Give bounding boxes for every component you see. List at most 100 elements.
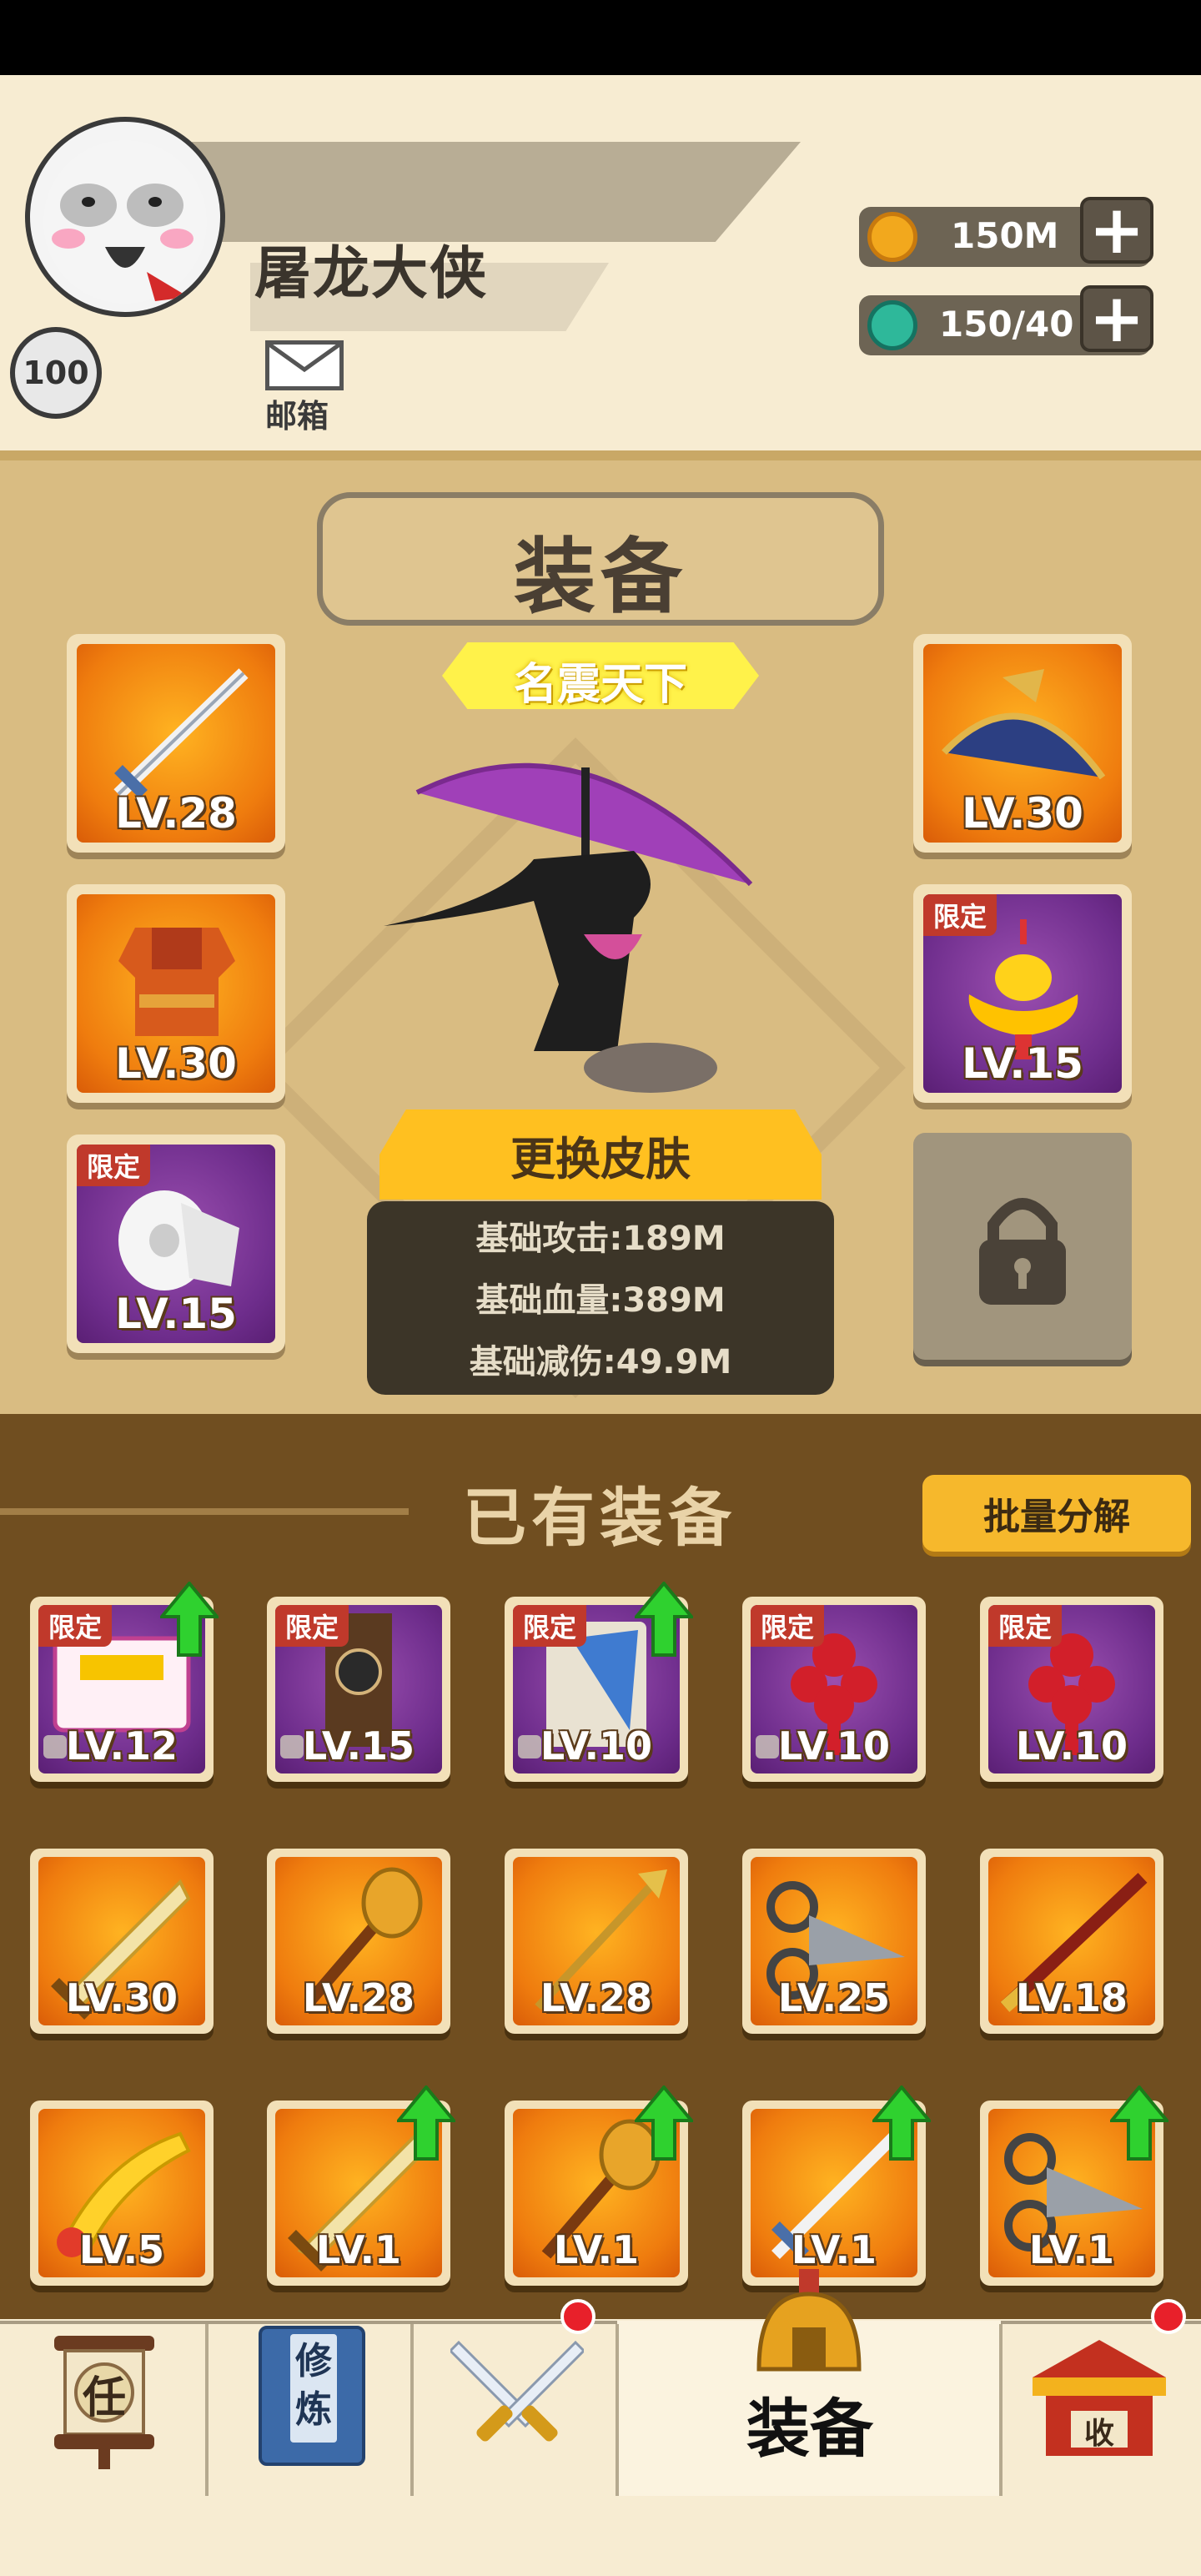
jade-amount: 150/40 — [939, 304, 1074, 345]
equip-helmet-icon — [751, 2269, 867, 2377]
owned-item[interactable]: LV.28 — [505, 1849, 688, 2034]
add-jade-button[interactable]: + — [1080, 285, 1153, 352]
owned-item-level: LV.10 — [540, 1723, 653, 1768]
owned-item-level: LV.5 — [78, 2227, 165, 2272]
owned-item[interactable]: 限定 LV.10 — [742, 1597, 926, 1782]
limited-tag: 限定 — [513, 1605, 587, 1647]
owned-item-frame: 限定 LV.15 — [275, 1605, 442, 1774]
stat-attack: 基础攻击:189M — [367, 1211, 834, 1260]
owned-item[interactable]: LV.18 — [980, 1849, 1163, 2034]
limited-tag: 限定 — [38, 1605, 113, 1647]
add-gold-button[interactable]: + — [1080, 197, 1153, 264]
shop-notification-dot — [1151, 2299, 1186, 2334]
section-divider — [0, 1508, 409, 1515]
owned-item-level: LV.10 — [1015, 1723, 1128, 1768]
bamboo-hat-icon — [942, 669, 1106, 780]
gold-amount: 150M — [951, 215, 1059, 256]
limited-tag: 限定 — [988, 1605, 1063, 1647]
nav-divider — [616, 2324, 619, 2496]
slot-level: LV.15 — [962, 1039, 1083, 1088]
owned-item[interactable]: LV.1 — [980, 2084, 1171, 2286]
owned-item[interactable]: LV.1 — [742, 2084, 933, 2286]
stat-damage-reduction: 基础减伤:49.9M — [367, 1335, 834, 1383]
owned-equipment-title: 已有装备 — [463, 1481, 736, 1555]
owned-item-level: LV.1 — [553, 2227, 640, 2272]
owned-item-level: LV.30 — [65, 1975, 178, 2020]
player-level-badge: 100 — [10, 327, 102, 419]
lock-icon — [979, 1198, 1066, 1305]
player-avatar[interactable] — [25, 117, 225, 317]
nav-battle[interactable] — [448, 2334, 586, 2459]
status-bar — [0, 0, 1201, 75]
owned-item-frame: LV.18 — [988, 1857, 1155, 2025]
nav-equip-label[interactable]: 装备 — [746, 2377, 873, 2469]
owned-item[interactable]: LV.25 — [742, 1849, 926, 2034]
owned-item[interactable]: LV.5 — [30, 2101, 214, 2286]
owned-item-frame: LV.28 — [513, 1857, 680, 2025]
stat-reduction-label: 基础减伤 — [469, 1343, 603, 1381]
owned-item-frame: 限定 LV.10 — [988, 1605, 1155, 1774]
toilet-paper-icon — [118, 1190, 239, 1291]
character-figure — [367, 734, 801, 1101]
nav-cultivate[interactable]: 修炼 — [259, 2326, 365, 2466]
crossed-swords-icon — [448, 2340, 586, 2442]
equip-slot-treasure[interactable]: 限定 LV.15 — [913, 884, 1132, 1103]
stat-colon: : — [609, 1220, 623, 1258]
owned-item-level: LV.10 — [777, 1723, 891, 1768]
owned-item-frame: LV.28 — [275, 1857, 442, 2025]
owned-item-level: LV.18 — [1015, 1975, 1128, 2020]
player-name: 屠龙大侠 — [254, 241, 489, 307]
nav-divider — [410, 2324, 414, 2496]
owned-item-level: LV.25 — [777, 1975, 891, 2020]
battle-notification-dot — [560, 2299, 595, 2334]
owned-item-frame: LV.30 — [38, 1857, 205, 2025]
owned-item-level: LV.12 — [65, 1723, 178, 1768]
owned-item[interactable]: 限定 LV.15 — [267, 1597, 450, 1782]
equip-slot-hat[interactable]: LV.30 — [913, 634, 1132, 853]
nav-divider — [205, 2324, 209, 2496]
stat-attack-value: 189M — [622, 1220, 726, 1258]
owned-item[interactable]: 限定 LV.10 — [980, 1597, 1163, 1782]
owned-item[interactable]: LV.28 — [267, 1849, 450, 2034]
mail-label[interactable]: 邮箱 — [265, 390, 329, 436]
ghost-face-icon — [43, 140, 207, 304]
ninja-umbrella-icon — [384, 762, 753, 1093]
equip-slot-armor[interactable]: LV.30 — [67, 884, 285, 1103]
armor-icon — [118, 928, 235, 1036]
owned-item-frame: LV.25 — [751, 1857, 917, 2025]
gold-coin-icon — [867, 212, 917, 262]
batch-decompose-button[interactable]: 批量分解 — [922, 1475, 1191, 1552]
upgrade-arrow-icon — [632, 2084, 696, 2161]
owned-item[interactable]: LV.30 — [30, 1849, 214, 2034]
stat-reduction-value: 49.9M — [616, 1343, 732, 1381]
nav-divider — [999, 2324, 1003, 2496]
upgrade-arrow-icon — [870, 2084, 933, 2161]
upgrade-arrow-icon — [394, 2084, 458, 2161]
stat-colon: : — [602, 1343, 616, 1381]
stat-health-label: 基础血量 — [475, 1281, 610, 1320]
slot-level: LV.30 — [962, 789, 1083, 838]
task-glyph: 任 — [82, 2373, 126, 2423]
upgrade-arrow-icon — [158, 1580, 221, 1657]
jade-drop-icon — [867, 300, 917, 350]
owned-item[interactable]: LV.1 — [267, 2084, 458, 2286]
owned-item[interactable]: LV.1 — [505, 2084, 696, 2286]
equip-slot-weapon[interactable]: LV.28 — [67, 634, 285, 853]
owned-item-frame: 限定 LV.10 — [751, 1605, 917, 1774]
bottom-nav — [0, 2321, 1201, 2499]
stat-colon: : — [609, 1281, 623, 1320]
mail-icon[interactable] — [265, 340, 344, 390]
upgrade-arrow-icon — [632, 1580, 696, 1657]
slot-level: LV.28 — [115, 789, 237, 838]
equip-slot-locked[interactable] — [913, 1133, 1132, 1360]
limited-tag: 限定 — [751, 1605, 825, 1647]
cultivate-glyphs: 修炼 — [295, 2340, 332, 2431]
owned-item[interactable]: 限定 LV.10 — [505, 1580, 696, 1782]
change-skin-label[interactable]: 更换皮肤 — [379, 1122, 822, 1188]
nav-shop[interactable]: 收 — [1024, 2336, 1174, 2461]
owned-item-level: LV.1 — [791, 2227, 877, 2272]
owned-item[interactable]: 限定 LV.12 — [30, 1580, 221, 1782]
owned-item-frame: LV.5 — [38, 2109, 205, 2277]
equip-slot-accessory[interactable]: 限定 LV.15 — [67, 1135, 285, 1353]
nav-tasks[interactable]: 任 — [50, 2327, 158, 2469]
